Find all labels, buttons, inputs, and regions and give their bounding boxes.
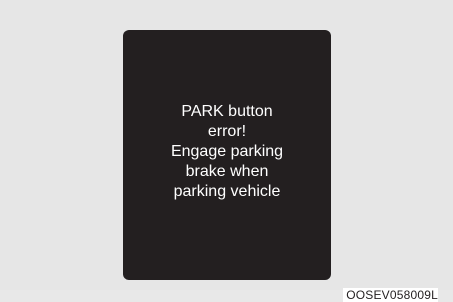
background-panel: PARK button error! Engage parking brake … — [0, 0, 453, 290]
cluster-display: PARK button error! Engage parking brake … — [123, 30, 331, 280]
figure-code: OOSEV058009L — [343, 288, 438, 302]
warning-message: PARK button error! Engage parking brake … — [170, 103, 284, 200]
